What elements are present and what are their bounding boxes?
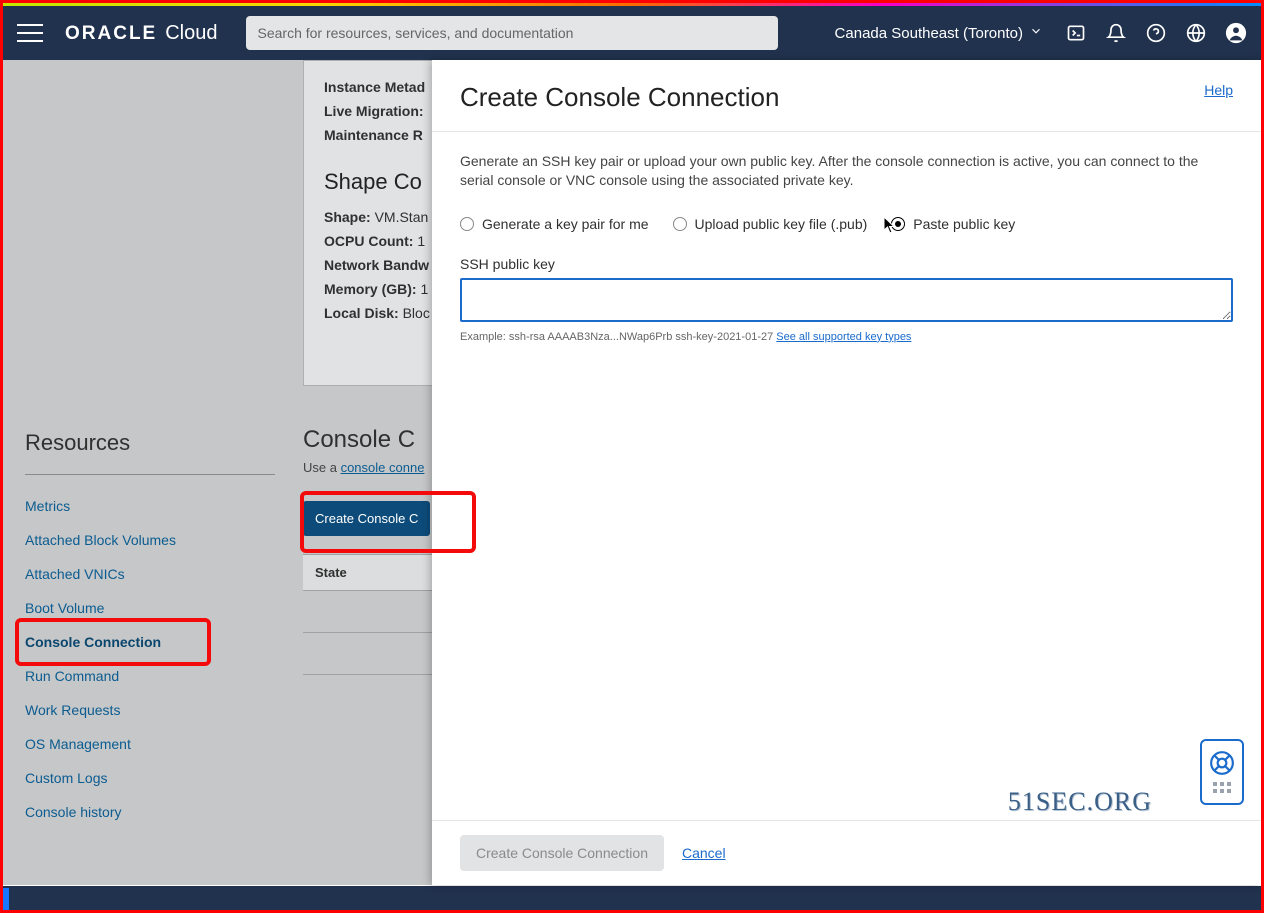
support-widget[interactable] [1200, 739, 1244, 805]
globe-icon[interactable] [1185, 22, 1207, 44]
logo-product: Cloud [165, 22, 217, 45]
global-search[interactable] [246, 16, 778, 50]
panel-help-link[interactable]: Help [1204, 82, 1233, 98]
oracle-cloud-logo[interactable]: ORACLE Cloud [65, 22, 218, 45]
create-console-connection-button[interactable]: Create Console C [303, 501, 430, 536]
help-icon[interactable] [1145, 22, 1167, 44]
radio-upload-key[interactable]: Upload public key file (.pub) [673, 216, 868, 232]
chevron-down-icon [1029, 24, 1043, 42]
footer-strip [3, 886, 1261, 910]
memory-label: Memory (GB): [324, 281, 417, 297]
key-source-radio-group: Generate a key pair for me Upload public… [460, 216, 1233, 232]
announcements-icon[interactable] [1105, 22, 1127, 44]
sidebar-item-os-management[interactable]: OS Management [25, 727, 275, 761]
app-header: ORACLE Cloud Canada Southeast (Toronto) [3, 6, 1261, 60]
local-disk-value: Bloc [403, 305, 430, 321]
maintenance-label: Maintenance R [324, 127, 423, 143]
sidebar-title: Resources [25, 430, 275, 456]
watermark-text: 51SEC.ORG [1008, 787, 1152, 817]
network-bandwidth-label: Network Bandw [324, 257, 429, 273]
cancel-button[interactable]: Cancel [682, 845, 726, 861]
live-migration-label: Live Migration: [324, 103, 424, 119]
instance-metadata-label: Instance Metad [324, 79, 425, 95]
lifebuoy-icon [1209, 750, 1235, 776]
create-console-connection-panel: Create Console Connection Help Generate … [432, 60, 1261, 885]
ssh-public-key-label: SSH public key [460, 256, 1233, 272]
sidebar-item-boot-volume[interactable]: Boot Volume [25, 591, 275, 625]
shape-label: Shape: [324, 209, 371, 225]
sidebar-item-work-requests[interactable]: Work Requests [25, 693, 275, 727]
radio-generate-key[interactable]: Generate a key pair for me [460, 216, 649, 232]
sidebar-item-run-command[interactable]: Run Command [25, 659, 275, 693]
search-input[interactable] [258, 25, 766, 41]
panel-title: Create Console Connection [460, 82, 779, 113]
sidebar-item-console-connection[interactable]: Console Connection [25, 625, 275, 659]
supported-key-types-link[interactable]: See all supported key types [776, 331, 911, 343]
panel-description: Generate an SSH key pair or upload your … [460, 152, 1233, 190]
console-connection-doc-link[interactable]: console conne [341, 460, 425, 475]
grid-icon [1213, 782, 1231, 794]
ocpu-label: OCPU Count: [324, 233, 413, 249]
region-label: Canada Southeast (Toronto) [835, 25, 1023, 42]
radio-icon [460, 217, 474, 231]
radio-paste-key[interactable]: Paste public key [891, 216, 1015, 232]
memory-value: 1 [420, 281, 428, 297]
ssh-example-line: Example: ssh-rsa AAAAB3Nza...NWap6Prb ss… [460, 331, 1233, 343]
cloud-shell-icon[interactable] [1065, 22, 1087, 44]
sidebar-item-metrics[interactable]: Metrics [25, 489, 275, 523]
header-icons [1065, 22, 1247, 44]
local-disk-label: Local Disk: [324, 305, 399, 321]
sidebar-item-console-history[interactable]: Console history [25, 795, 275, 829]
ocpu-value: 1 [417, 233, 425, 249]
hamburger-menu-icon[interactable] [17, 24, 43, 42]
radio-icon [673, 217, 687, 231]
create-console-connection-submit[interactable]: Create Console Connection [460, 835, 664, 871]
sidebar-item-custom-logs[interactable]: Custom Logs [25, 761, 275, 795]
sidebar-item-attached-vnics[interactable]: Attached VNICs [25, 557, 275, 591]
cursor-icon [883, 216, 897, 234]
taskbar-accent [3, 888, 9, 910]
profile-icon[interactable] [1225, 22, 1247, 44]
logo-brand: ORACLE [65, 23, 157, 45]
sidebar-item-attached-block-volumes[interactable]: Attached Block Volumes [25, 523, 275, 557]
shape-value: VM.Stan [375, 209, 429, 225]
resources-sidebar: Resources MetricsAttached Block VolumesA… [25, 430, 275, 829]
ssh-public-key-textarea[interactable] [460, 278, 1233, 322]
region-selector[interactable]: Canada Southeast (Toronto) [835, 24, 1043, 42]
